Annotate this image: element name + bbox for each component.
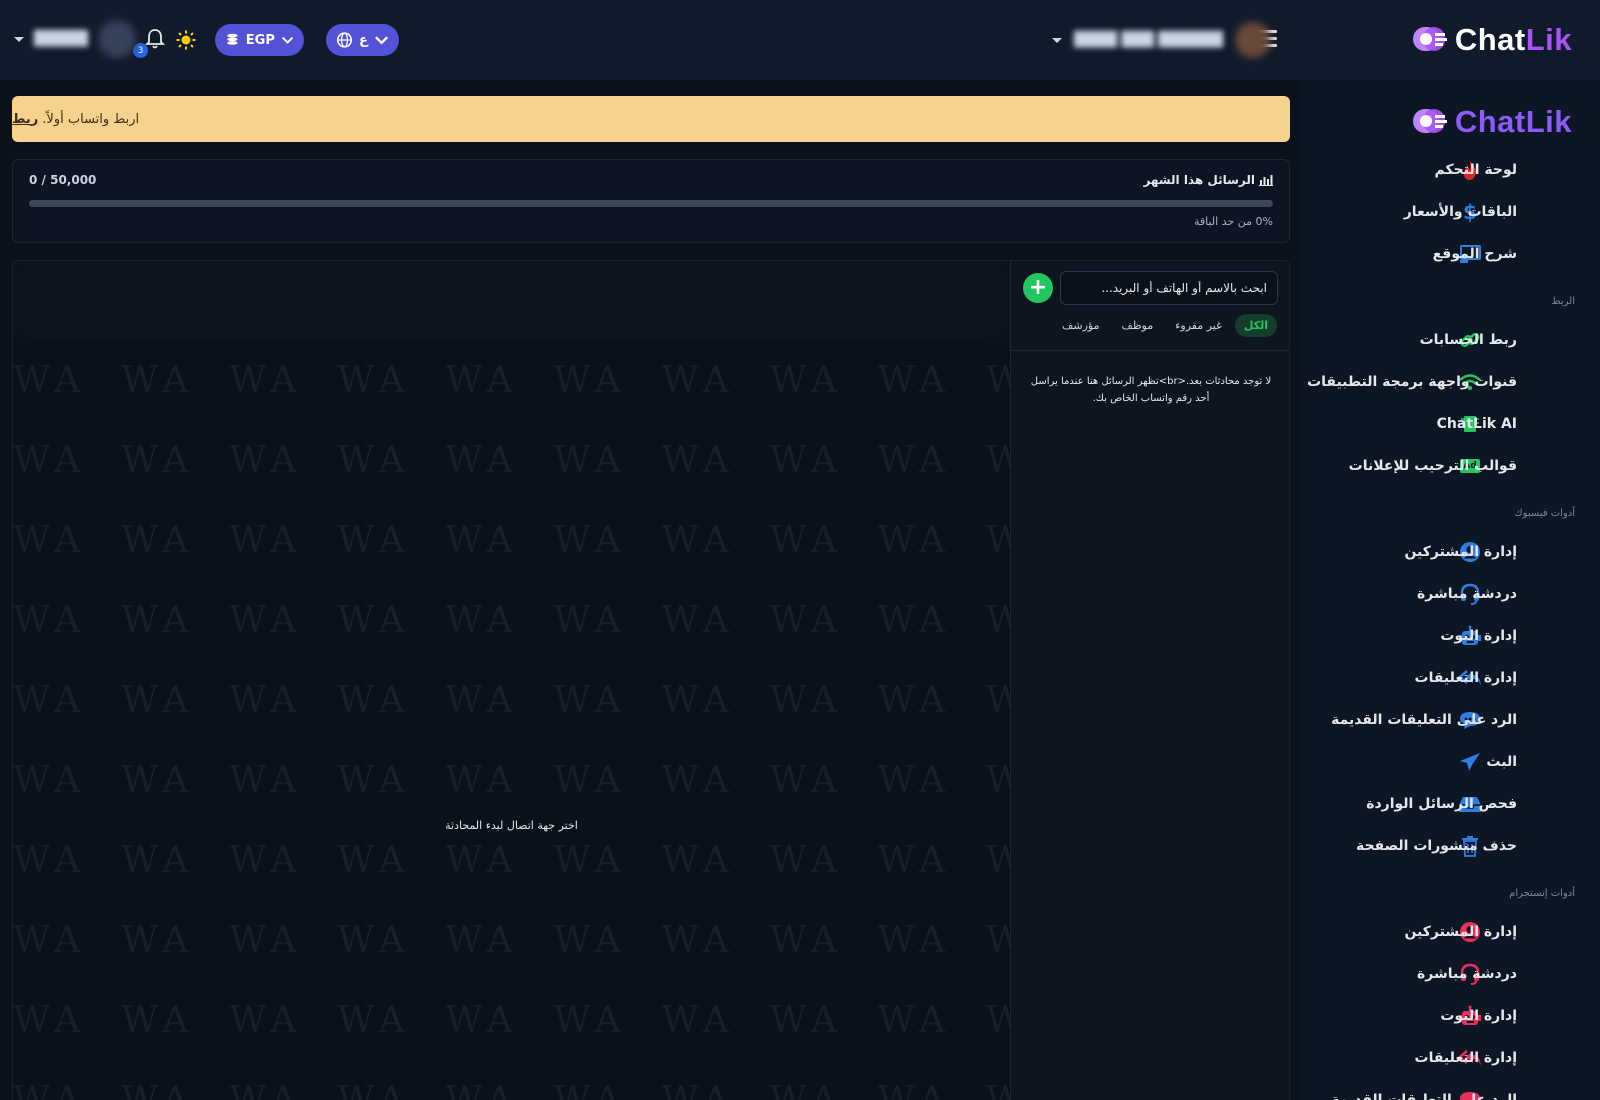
chevron-down-icon (374, 36, 388, 45)
watermark-row: WA WA WA WA WA WA WA WA WA WA WA WA WA W… (13, 360, 1010, 401)
chatlik-logo-icon (1411, 105, 1451, 139)
language-label: ع (359, 32, 368, 48)
watermark-row: WA WA WA WA WA WA WA WA WA WA WA WA WA W… (13, 440, 1010, 481)
account-menu[interactable]: ████ ███ ██████ (1052, 22, 1271, 58)
user-name-blurred: █████ (34, 31, 88, 47)
chatlik-logo[interactable]: ChatLik (1411, 22, 1572, 58)
conversation-filter-tabs: الكل غير مقروء موظف مؤرشف (1053, 314, 1277, 337)
globe-icon (336, 32, 353, 48)
watermark-row: WA WA WA WA WA WA WA WA WA WA WA WA WA W… (13, 520, 1010, 561)
sidebar-item-ig-bot[interactable]: إدارة البوت (1300, 996, 1600, 1036)
usage-count: 0 / 50,000 (29, 173, 97, 187)
chevron-down-icon (14, 36, 24, 42)
chatlik-logo-text: ChatLik (1454, 22, 1572, 57)
sidebar: ChatLik لوحة التحكم $ الباقات والأسعار ش… (1300, 80, 1600, 1100)
currency-label: EGP (245, 32, 275, 48)
coins-icon (227, 33, 238, 45)
chat-panel: WA WA WA WA WA WA WA WA WA WA WA WA WA W… (12, 260, 1290, 1100)
sidebar-item-fb-bot[interactable]: إدارة البوت (1300, 616, 1600, 656)
usage-progress-bar (29, 200, 1273, 207)
sidebar-item-ig-comments[interactable]: إدارة التعليقات (1300, 1038, 1600, 1078)
whatsapp-wallpaper: WA WA WA WA WA WA WA WA WA WA WA WA WA W… (13, 341, 1010, 1100)
paper-plane-icon (1458, 750, 1482, 774)
tab-agent[interactable]: موظف (1113, 314, 1163, 337)
sidebar-item-fb-old-comments[interactable]: الرد على التعليقات القديمة (1300, 700, 1600, 740)
sidebar-item-fb-live-chat[interactable]: دردشة مباشرة (1300, 574, 1600, 614)
connect-whatsapp-alert: اربط واتساب أولاً. ربط (12, 96, 1290, 142)
user-avatar (97, 20, 136, 58)
chevron-down-icon (1052, 37, 1062, 43)
watermark-row: WA WA WA WA WA WA WA WA WA WA WA WA WA W… (13, 680, 1010, 721)
usage-title-label: الرسائل هذا الشهر (1143, 173, 1255, 187)
sidebar-item-tutorial[interactable]: شرح الموقع (1300, 234, 1600, 274)
usage-percent: 0% من حد الباقة (1193, 215, 1273, 228)
account-name-blurred: ████ ███ ██████ (1074, 32, 1223, 48)
select-contact-hint: اختر جهة اتصال لبدء المحادثة (445, 819, 578, 832)
notifications-bell-icon[interactable] (144, 28, 167, 50)
chevron-down-icon (281, 36, 294, 44)
connect-link[interactable]: ربط (12, 112, 38, 127)
sidebar-item-fb-subscribers[interactable]: إدارة المشتركين (1300, 532, 1600, 572)
sidebar-item-fb-broadcast[interactable]: البث (1300, 742, 1600, 782)
contact-search-input[interactable] (1060, 271, 1278, 305)
watermark-row: WA WA WA WA WA WA WA WA WA WA WA WA WA W… (13, 1061, 1010, 1100)
sidebar-item-dashboard[interactable]: لوحة التحكم (1300, 150, 1600, 190)
chart-bar-icon (1259, 175, 1273, 186)
divider (1011, 350, 1289, 351)
section-title-instagram: أدوات إنستجرام (1509, 888, 1575, 899)
sidebar-item-ig-live-chat[interactable]: دردشة مباشرة (1300, 954, 1600, 994)
contacts-list-pane: + الكل غير مقروء موظف مؤرشف لا توجد محاد… (1010, 261, 1289, 1100)
no-conversations-message: لا توجد محادثات بعد.<br>تظهر الرسائل هنا… (1030, 376, 1272, 404)
sidebar-item-ig-old-comments[interactable]: الرد على التعليقات القديمة (1300, 1080, 1600, 1100)
watermark-row: WA WA WA WA WA WA WA WA WA WA WA WA WA W… (13, 1000, 1010, 1041)
watermark-row: WA WA WA WA WA WA WA WA WA WA WA WA WA W… (13, 840, 1010, 881)
alert-text: اربط واتساب أولاً. (42, 111, 140, 127)
sidebar-item-fb-delete-posts[interactable]: حذف منشورات الصفحة (1300, 826, 1600, 866)
watermark-row: WA WA WA WA WA WA WA WA WA WA WA WA WA W… (13, 760, 1010, 801)
avatar (1234, 22, 1271, 58)
sidebar-item-pricing[interactable]: $ الباقات والأسعار (1300, 192, 1600, 232)
user-menu[interactable]: █████ (14, 20, 136, 58)
conversation-pane: WA WA WA WA WA WA WA WA WA WA WA WA WA W… (13, 261, 1010, 1100)
top-header: ChatLik ████ ███ ██████ ع EGP 3 █████ (0, 0, 1600, 80)
sidebar-item-api-channels[interactable]: قنوات واجهة برمجة التطبيقات (1300, 362, 1600, 402)
sidebar-item-chatlik-ai[interactable]: ChatLik AI (1300, 404, 1600, 444)
theme-toggle-sun-icon[interactable] (176, 30, 196, 50)
tab-archived[interactable]: مؤرشف (1053, 314, 1109, 337)
section-title-facebook: أدوات فيسبوك (1514, 508, 1575, 519)
currency-selector[interactable]: EGP (215, 24, 304, 56)
watermark-row: WA WA WA WA WA WA WA WA WA WA WA WA WA W… (13, 920, 1010, 961)
add-contact-button[interactable]: + (1023, 273, 1053, 303)
sidebar-item-fb-inbox-check[interactable]: فحص الرسائل الواردة (1300, 784, 1600, 824)
monthly-usage-card: الرسائل هذا الشهر 0 / 50,000 0% من حد ال… (12, 159, 1290, 243)
watermark-row: WA WA WA WA WA WA WA WA WA WA WA WA WA W… (13, 600, 1010, 641)
tab-all[interactable]: الكل (1234, 314, 1277, 337)
sidebar-item-fb-comments[interactable]: إدارة التعليقات (1300, 658, 1600, 698)
tab-unread[interactable]: غير مقروء (1166, 314, 1231, 337)
chatlik-logo-text: ChatLik (1454, 104, 1572, 139)
usage-title: الرسائل هذا الشهر (1143, 173, 1273, 187)
language-selector[interactable]: ع (326, 24, 399, 56)
section-title-link: الربط (1551, 296, 1575, 307)
chatlik-logo-icon (1411, 23, 1451, 57)
conversation-header-blurred (13, 261, 1010, 341)
sidebar-logo[interactable]: ChatLik (1411, 104, 1572, 140)
sidebar-item-ad-templates[interactable]: Ad قوالب الترحيب للإعلانات (1300, 446, 1600, 486)
sidebar-item-link-accounts[interactable]: ربط الحسابات (1300, 320, 1600, 360)
sidebar-item-ig-subscribers[interactable]: إدارة المشتركين (1300, 912, 1600, 952)
